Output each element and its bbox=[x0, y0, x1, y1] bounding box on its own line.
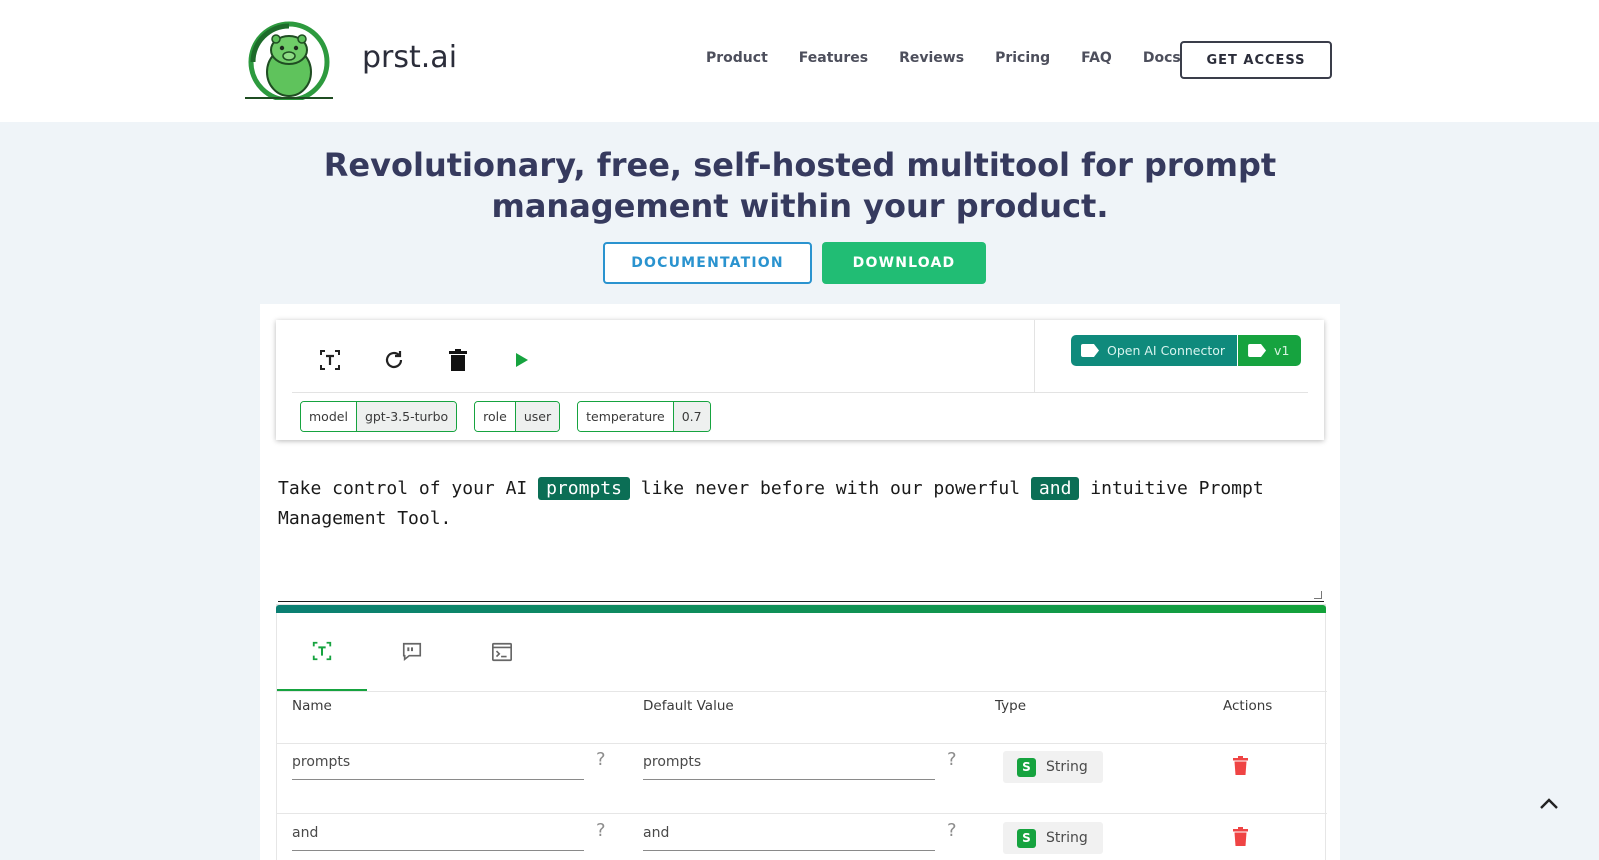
toolbar-divider bbox=[1034, 320, 1035, 392]
column-header-default: Default Value bbox=[643, 698, 734, 714]
nav-faq[interactable]: FAQ bbox=[1081, 50, 1112, 66]
nav-docs[interactable]: Docs bbox=[1143, 50, 1181, 66]
variable-highlight[interactable]: and bbox=[1030, 477, 1080, 500]
connector-badge[interactable]: Open AI Connector v1 bbox=[1071, 335, 1302, 366]
variable-highlight[interactable]: prompts bbox=[538, 477, 630, 500]
chip-role[interactable]: role user bbox=[474, 401, 561, 432]
delete-variable-icon[interactable] bbox=[1233, 756, 1248, 775]
chip-temperature[interactable]: temperature 0.7 bbox=[577, 401, 711, 432]
type-select[interactable]: S String bbox=[1003, 751, 1103, 783]
quote-bubble-icon bbox=[402, 642, 422, 662]
toolbar-actions bbox=[298, 340, 554, 380]
divider bbox=[277, 813, 1327, 814]
get-access-button[interactable]: GET ACCESS bbox=[1180, 41, 1332, 79]
variable-name-input[interactable]: prompts bbox=[292, 752, 584, 780]
parameter-chips: model gpt-3.5-turbo role user temperatur… bbox=[300, 401, 711, 432]
default-value-input[interactable]: and bbox=[643, 823, 935, 851]
trash-icon[interactable] bbox=[426, 340, 490, 380]
main-menu: Product Features Reviews Pricing FAQ Doc… bbox=[706, 50, 1212, 66]
connector-name[interactable]: Open AI Connector bbox=[1071, 335, 1238, 366]
default-value-input[interactable]: prompts bbox=[643, 752, 935, 780]
delete-variable-icon[interactable] bbox=[1233, 827, 1248, 846]
scroll-to-top-icon[interactable] bbox=[1535, 792, 1563, 816]
hero-title: Revolutionary, free, self-hosted multito… bbox=[323, 146, 1277, 225]
divider bbox=[277, 691, 1327, 692]
column-header-actions: Actions bbox=[1223, 698, 1273, 714]
divider bbox=[277, 743, 1327, 744]
tag-icon bbox=[1081, 344, 1099, 357]
text-variable-icon bbox=[312, 641, 332, 661]
tab-variables[interactable] bbox=[277, 613, 367, 691]
variable-name-input[interactable]: and bbox=[292, 823, 584, 851]
column-header-type: Type bbox=[995, 698, 1027, 714]
play-icon[interactable] bbox=[490, 340, 554, 380]
prompt-text: like never before with our powerful bbox=[629, 478, 1031, 499]
column-header-name: Name bbox=[292, 698, 332, 714]
nav-pricing[interactable]: Pricing bbox=[995, 50, 1050, 66]
resize-handle[interactable] bbox=[1314, 591, 1322, 599]
chip-model[interactable]: model gpt-3.5-turbo bbox=[300, 401, 458, 432]
variables-tabs bbox=[277, 613, 547, 691]
tab-messages[interactable] bbox=[367, 613, 457, 691]
brand-name[interactable]: prst.ai bbox=[362, 40, 457, 75]
prompt-editor-panel: Open AI Connector v1 model gpt-3.5-turbo… bbox=[260, 304, 1340, 860]
top-navbar: prst.ai Product Features Reviews Pricing… bbox=[0, 0, 1599, 122]
prompt-text: Take control of your AI bbox=[278, 478, 539, 499]
nav-features[interactable]: Features bbox=[799, 50, 868, 66]
string-type-icon: S bbox=[1017, 757, 1036, 777]
text-variable-icon[interactable] bbox=[298, 340, 362, 380]
download-button[interactable]: DOWNLOAD bbox=[822, 242, 986, 284]
tab-console[interactable] bbox=[457, 613, 547, 691]
card-accent-bar bbox=[276, 605, 1326, 613]
type-select[interactable]: S String bbox=[1003, 822, 1103, 854]
string-type-icon: S bbox=[1017, 828, 1036, 848]
prompt-toolbar: Open AI Connector v1 model gpt-3.5-turbo… bbox=[276, 320, 1324, 440]
nav-reviews[interactable]: Reviews bbox=[899, 50, 964, 66]
prompt-textarea[interactable]: Take control of your AI prompts like nev… bbox=[278, 474, 1324, 602]
terminal-icon bbox=[492, 642, 512, 662]
capybara-logo-icon[interactable] bbox=[245, 20, 333, 100]
refresh-icon[interactable] bbox=[362, 340, 426, 380]
help-icon[interactable]: ? bbox=[947, 749, 957, 770]
variables-card bbox=[276, 604, 1327, 860]
nav-product[interactable]: Product bbox=[706, 50, 768, 66]
documentation-button[interactable]: DOCUMENTATION bbox=[603, 242, 812, 284]
toolbar-divider bbox=[292, 392, 1308, 393]
help-icon[interactable]: ? bbox=[596, 749, 606, 770]
help-icon[interactable]: ? bbox=[947, 820, 957, 841]
connector-version[interactable]: v1 bbox=[1237, 335, 1302, 366]
help-icon[interactable]: ? bbox=[596, 820, 606, 841]
tag-icon bbox=[1248, 344, 1267, 357]
